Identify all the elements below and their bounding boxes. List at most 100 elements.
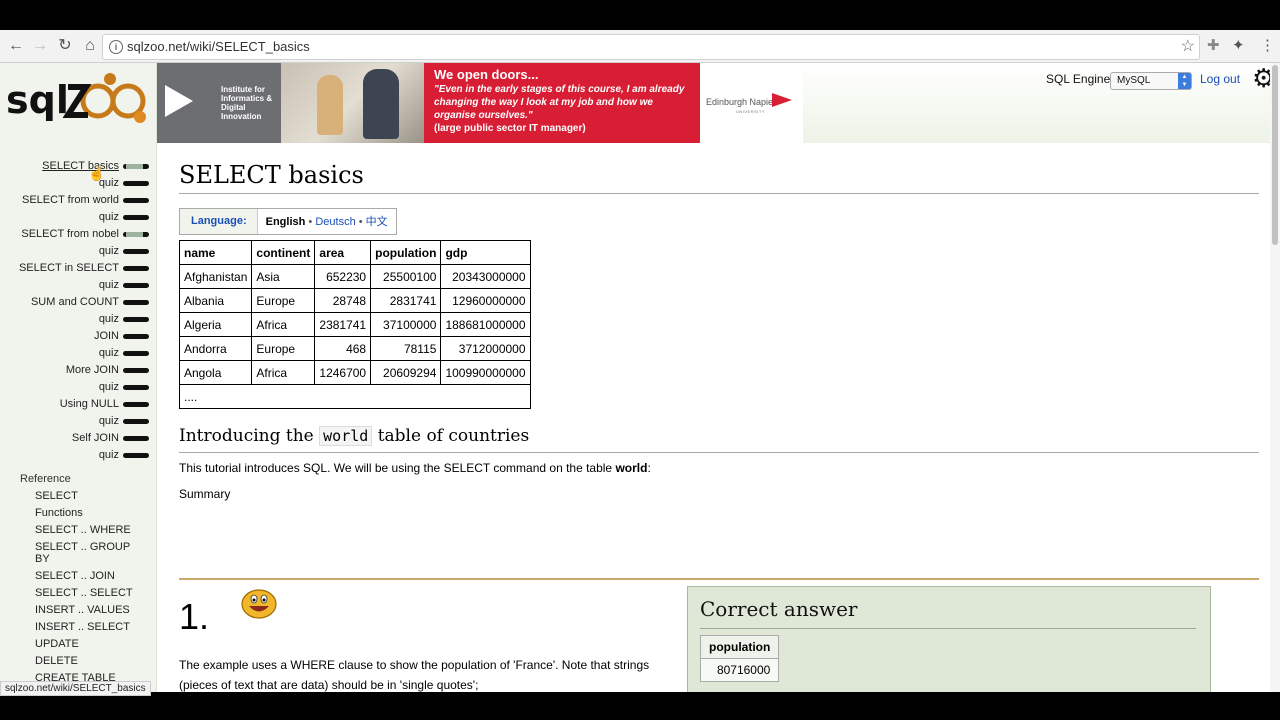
table-cell: Asia xyxy=(251,264,316,289)
progress-bar xyxy=(123,181,149,186)
browser-toolbar: ← → ↻ ⌂ i sqlzoo.net/wiki/SELECT_basics … xyxy=(0,30,1280,63)
sql-engine-value: MySQL xyxy=(1117,75,1151,86)
table-row: Angola Africa 1246700 20609294 100990000000 xyxy=(178,360,531,385)
table-header-cell: area xyxy=(314,240,372,265)
sidebar-nav-link[interactable]: quiz xyxy=(99,381,119,393)
sidebar-nav-link[interactable]: SELECT from world xyxy=(22,194,119,206)
sidebar-nav-link[interactable]: quiz xyxy=(99,245,119,257)
sql-engine-select[interactable]: MySQL ▲ ▼ xyxy=(1110,72,1192,90)
sidebar-nav-item: quiz xyxy=(0,210,156,227)
smiley-icon xyxy=(241,589,277,619)
intro-text: This tutorial introduces SQL. We will be… xyxy=(179,461,651,475)
answer-value: 80716000 xyxy=(699,658,780,682)
question-number: 1. xyxy=(179,596,210,637)
sidebar-nav-link[interactable]: quiz xyxy=(99,347,119,359)
divider xyxy=(179,193,1259,194)
sidebar-nav-item: SUM and COUNT xyxy=(0,295,156,312)
page-viewport: sql SELECT basics quiz SELECT from world qu… xyxy=(0,63,1280,692)
table-header-cell: name xyxy=(178,240,253,265)
sidebar-nav-link[interactable]: SELECT basics xyxy=(42,160,119,172)
person-figure xyxy=(363,69,399,139)
logout-link[interactable]: Log out xyxy=(1200,72,1240,86)
table-cell: 468 xyxy=(314,336,372,361)
progress-bar xyxy=(123,300,149,305)
extension-icon[interactable]: ✚ xyxy=(1207,36,1220,54)
sidebar-nav-link[interactable]: quiz xyxy=(99,279,119,291)
sidebar-nav-link[interactable]: quiz xyxy=(99,449,119,461)
world-table: name continent area population gdp Afghanist… xyxy=(178,240,531,409)
sidebar-nav-item: quiz xyxy=(0,380,156,397)
language-label: Language: xyxy=(180,209,258,234)
progress-bar xyxy=(123,368,149,373)
sidebar-nav-link[interactable]: SUM and COUNT xyxy=(31,296,119,308)
sqlzoo-logo[interactable]: sql xyxy=(6,71,152,127)
sidebar-nav-link[interactable]: JOIN xyxy=(94,330,119,342)
table-cell: 37100000 xyxy=(370,312,442,337)
address-bar[interactable]: i sqlzoo.net/wiki/SELECT_basics ☆ xyxy=(102,34,1200,60)
table-cell: 20609294 xyxy=(370,360,442,385)
sidebar-nav-link[interactable]: SELECT from nobel xyxy=(21,228,119,240)
scrollbar-thumb[interactable] xyxy=(1272,65,1278,245)
sidebar-nav-link[interactable]: Self JOIN xyxy=(72,432,119,444)
sidebar-nav-item: SELECT in SELECT xyxy=(0,261,156,278)
section-title-post: table of countries xyxy=(372,426,530,446)
page-title: SELECT basics xyxy=(179,161,364,189)
forward-arrow-icon[interactable]: → xyxy=(30,36,50,56)
correct-answer-panel: Correct answer population 80716000 xyxy=(687,586,1211,692)
reference-link[interactable]: INSERT .. VALUES xyxy=(35,604,145,616)
reference-link[interactable]: SELECT .. JOIN xyxy=(35,570,145,582)
url-text: sqlzoo.net/wiki/SELECT_basics xyxy=(127,39,310,54)
table-header-row: name continent area population gdp xyxy=(178,240,531,265)
progress-bar xyxy=(123,215,149,220)
progress-bar xyxy=(123,436,149,441)
progress-bar xyxy=(123,419,149,424)
sidebar-nav-item: quiz xyxy=(0,244,156,261)
reference-link[interactable]: SELECT .. SELECT xyxy=(35,587,145,599)
sidebar-nav-item: quiz xyxy=(0,278,156,295)
bookmark-star-icon[interactable]: ☆ xyxy=(1181,35,1195,59)
puzzle-icon[interactable]: ✦ xyxy=(1232,36,1245,54)
sidebar-nav-item: quiz xyxy=(0,414,156,431)
table-cell: Europe xyxy=(251,288,316,313)
sidebar-nav-item: quiz xyxy=(0,346,156,363)
home-icon[interactable]: ⌂ xyxy=(80,36,100,56)
reference-link[interactable]: UPDATE xyxy=(35,638,145,650)
sidebar-nav-link[interactable]: Using NULL xyxy=(60,398,119,410)
reference-link[interactable]: DELETE xyxy=(35,655,145,667)
sidebar-nav-link[interactable]: More JOIN xyxy=(66,364,119,376)
sidebar-nav-link[interactable]: quiz xyxy=(99,415,119,427)
sidebar-nav-link[interactable]: quiz xyxy=(99,211,119,223)
table-row: Algeria Africa 2381741 37100000 188681000000 xyxy=(178,312,531,337)
table-cell: Europe xyxy=(251,336,316,361)
progress-bar xyxy=(123,317,149,322)
sidebar-nav-item: Using NULL xyxy=(0,397,156,414)
language-link-chinese[interactable]: 中文 xyxy=(366,216,388,228)
progress-bar xyxy=(123,402,149,407)
section-title-pre: Introducing the xyxy=(179,426,320,446)
info-icon[interactable]: i xyxy=(109,40,123,54)
back-arrow-icon[interactable]: ← xyxy=(6,36,26,56)
reference-list: SELECT Functions SELECT .. WHERE SELECT .. … xyxy=(35,490,145,689)
reference-link[interactable]: SELECT .. WHERE xyxy=(35,524,145,536)
sidebar-nav: SELECT basics quiz SELECT from world quiz SE… xyxy=(0,159,156,465)
table-cell: 20343000000 xyxy=(440,264,531,289)
banner-photo xyxy=(281,63,424,143)
reference-link[interactable]: Functions xyxy=(35,507,145,519)
banner-institute-text: Institute for Informatics & Digital Inno… xyxy=(221,85,273,121)
reference-link[interactable]: SELECT xyxy=(35,490,145,502)
scrollbar[interactable] xyxy=(1270,63,1280,692)
reference-link[interactable]: INSERT .. SELECT xyxy=(35,621,145,633)
sidebar-nav-link[interactable]: quiz xyxy=(99,313,119,325)
sidebar: sql SELECT basics quiz SELECT from world qu… xyxy=(0,63,157,692)
language-link-deutsch[interactable]: Deutsch xyxy=(315,216,355,228)
banner-source: (large public sector IT manager) xyxy=(434,123,586,134)
advert-banner[interactable]: Institute for Informatics & Digital Inno… xyxy=(157,63,803,143)
table-header-cell: continent xyxy=(251,240,316,265)
table-cell: Africa xyxy=(251,312,316,337)
table-cell: Andorra xyxy=(178,336,253,361)
sidebar-nav-link[interactable]: SELECT in SELECT xyxy=(19,262,119,274)
reload-icon[interactable]: ↻ xyxy=(55,36,75,56)
table-cell: 1246700 xyxy=(314,360,372,385)
menu-dots-icon[interactable]: ⋮ xyxy=(1260,36,1275,54)
reference-link[interactable]: SELECT .. GROUP BY xyxy=(35,541,145,565)
